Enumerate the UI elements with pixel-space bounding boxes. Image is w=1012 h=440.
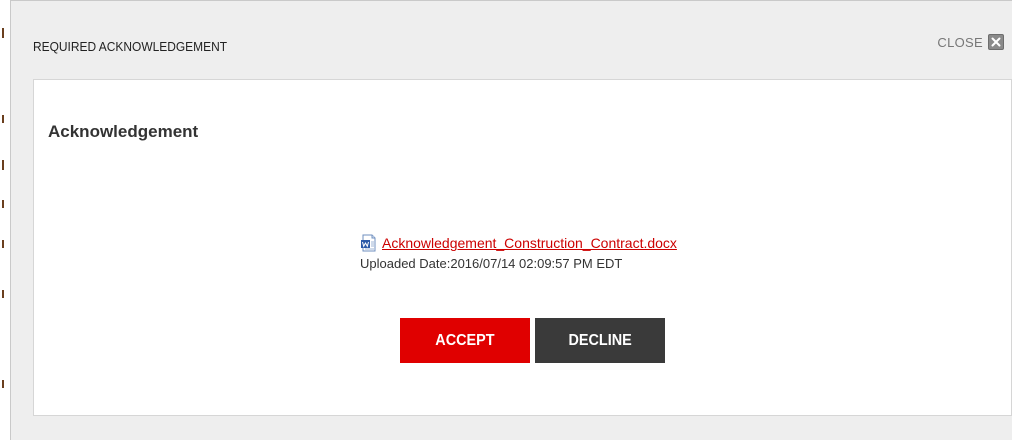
action-buttons: ACCEPT DECLINE — [400, 318, 665, 363]
accept-button-label[interactable]: ACCEPT — [435, 332, 494, 350]
close-button[interactable]: CLOSE — [937, 34, 1004, 50]
decline-button-label[interactable]: DECLINE — [568, 332, 631, 350]
word-document-icon[interactable] — [360, 234, 377, 252]
dialog-title: REQUIRED ACKNOWLEDGEMENT — [33, 39, 228, 54]
close-label[interactable]: CLOSE — [937, 35, 983, 50]
accept-button[interactable]: ACCEPT — [400, 318, 530, 363]
file-download-link[interactable]: Acknowledgement_Construction_Contract.do… — [382, 235, 677, 251]
background-page-edge — [0, 0, 8, 440]
background-mark — [2, 160, 4, 170]
file-row: Acknowledgement_Construction_Contract.do… — [360, 234, 677, 252]
dialog-body: Acknowledgement Acknowledgement_Construc… — [33, 79, 1012, 416]
background-mark — [2, 115, 4, 123]
decline-button[interactable]: DECLINE — [535, 318, 665, 363]
attached-file: Acknowledgement_Construction_Contract.do… — [360, 234, 677, 271]
dialog-header: REQUIRED ACKNOWLEDGEMENT CLOSE — [11, 1, 1012, 79]
upload-date-value: 2016/07/14 02:09:57 PM EDT — [450, 256, 623, 271]
background-mark — [2, 240, 4, 248]
background-mark — [2, 28, 4, 38]
section-heading: Acknowledgement — [48, 122, 199, 141]
background-mark — [2, 200, 4, 208]
background-mark — [2, 290, 4, 298]
upload-date: Uploaded Date: 2016/07/14 02:09:57 PM EDT — [360, 256, 677, 271]
close-icon[interactable] — [988, 34, 1004, 50]
acknowledgement-dialog: REQUIRED ACKNOWLEDGEMENT CLOSE Acknowled… — [10, 0, 1012, 440]
background-mark — [2, 380, 4, 388]
upload-date-label: Uploaded Date: — [360, 256, 451, 271]
